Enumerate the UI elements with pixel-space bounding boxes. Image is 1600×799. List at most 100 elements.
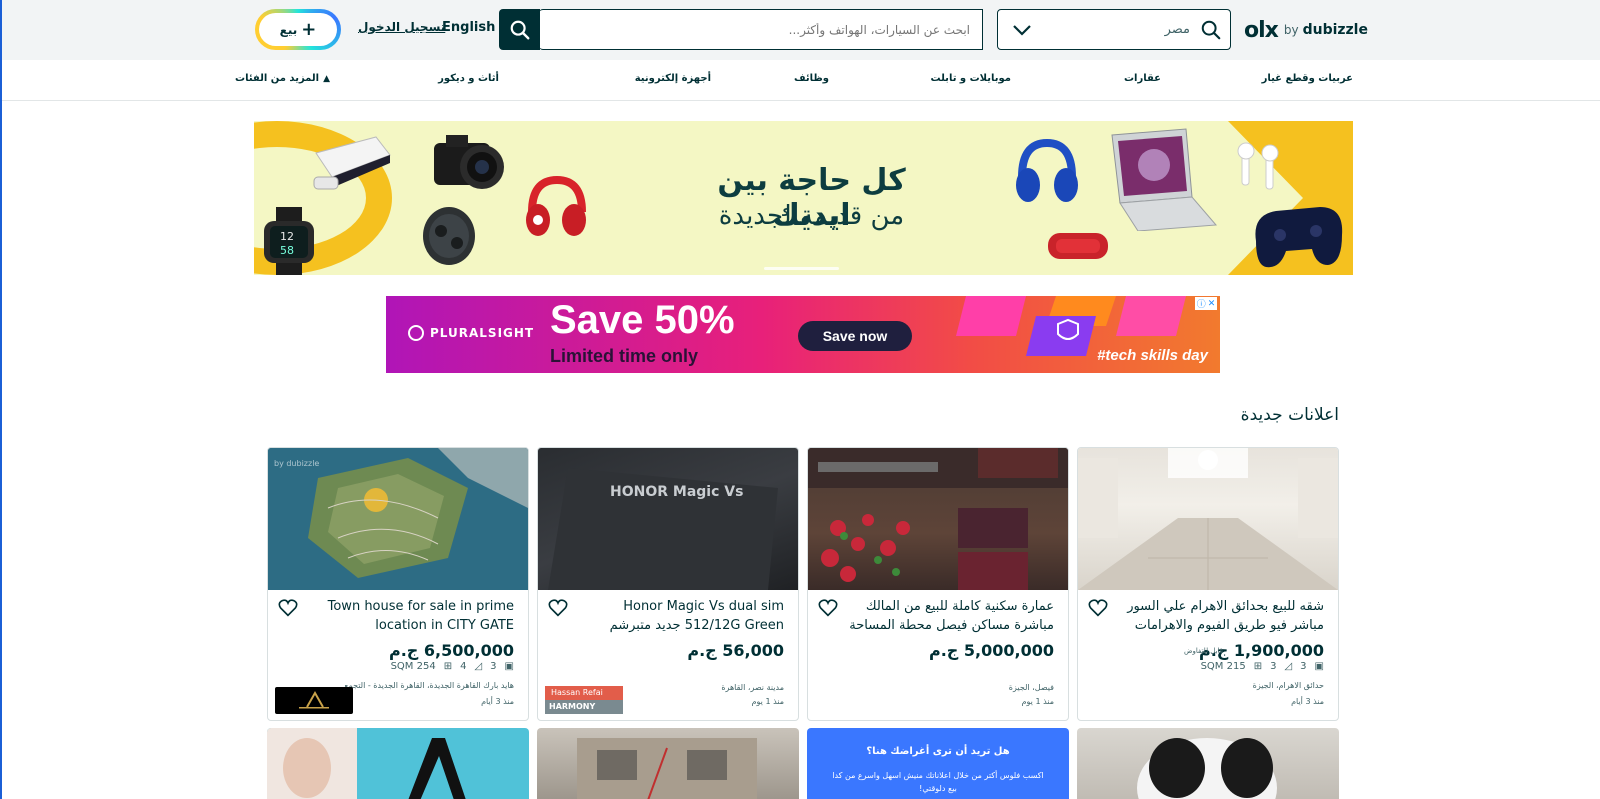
ad-tagline: #tech skills day <box>1097 347 1208 364</box>
favorite-heart-icon[interactable] <box>818 599 838 617</box>
adchoices-icon[interactable]: ⓘ ✕ <box>1195 297 1217 310</box>
category-vehicles[interactable]: عربيات وقطع غيار <box>1262 73 1353 84</box>
listing-image <box>267 728 466 799</box>
search-field[interactable] <box>539 9 983 50</box>
category-mobiles[interactable]: موبايلات و تابلت <box>931 73 1011 84</box>
pluralsight-brand: PLURALSIGHT <box>408 325 534 341</box>
location-selector[interactable]: مصر <box>997 9 1231 50</box>
bath-icon: ◿ <box>1284 661 1293 672</box>
area-value: SQM 254 <box>390 661 436 672</box>
speaker-image <box>1048 233 1108 259</box>
blue-headphones-image <box>1016 139 1078 202</box>
listing-specs: SQM 215 ⊞ 3 ◿ 3 ▣ <box>1201 661 1324 672</box>
laptop-image <box>1111 128 1218 231</box>
top-header: olx by dubizzle مصر English تسجيل الدخول… <box>2 0 1600 60</box>
area-icon: ⊞ <box>1253 661 1263 672</box>
olx-logo: olx <box>1244 17 1279 43</box>
baths-value: 3 <box>1270 661 1277 672</box>
chevron-down-icon[interactable] <box>1012 22 1032 38</box>
listing-location: فيصل، الجيزة <box>1008 683 1054 692</box>
listing-date: منذ 3 أيام <box>481 697 514 706</box>
favorite-heart-icon[interactable] <box>278 599 298 617</box>
listing-card[interactable]: HONOR Magic Vs Honor Magic Vs dual sim 5… <box>537 447 799 721</box>
carousel-indicator[interactable] <box>764 267 839 270</box>
search-button[interactable] <box>499 9 540 50</box>
ad-headline: Save 50% <box>550 298 735 342</box>
sell-button[interactable]: + بيع <box>255 9 341 50</box>
promo-card[interactable]: هل تريد أن ترى أغراضك هنا؟ اكسب فلوس أكت… <box>807 728 1069 799</box>
listing-price: 56,000 ج.م <box>687 641 784 660</box>
site-logo[interactable]: olx by dubizzle <box>1244 17 1368 43</box>
listing-title[interactable]: Town house for sale in prime location in… <box>304 597 514 635</box>
category-properties[interactable]: عقارات <box>1124 73 1161 84</box>
favorite-heart-icon[interactable] <box>548 599 568 617</box>
bath-icon: ◿ <box>474 661 483 672</box>
listing-date: منذ 1 يوم <box>751 697 784 706</box>
sell-label: بيع <box>279 22 298 37</box>
listing-specs: SQM 254 ⊞ 4 ◿ 3 ▣ <box>391 661 514 672</box>
listing-image <box>1078 448 1338 590</box>
listing-image: by dubizzle <box>268 448 528 590</box>
area-value: SQM 215 <box>1200 661 1246 672</box>
category-more[interactable]: ▲ المزيد من الفئات <box>235 73 330 84</box>
logo-by: by <box>1283 23 1299 37</box>
category-electronics[interactable]: أجهزة إلكترونية <box>635 73 711 84</box>
airpods-image <box>1237 142 1279 190</box>
listing-card-partial[interactable] <box>537 728 799 799</box>
ad-banner[interactable]: PLURALSIGHT Save 50% Limited time only S… <box>386 296 1220 373</box>
listing-location: هايد بارك القاهرة الجديدة، القاهرة الجدي… <box>344 681 514 690</box>
hero-subline: من قديمة لجديدة <box>718 201 905 231</box>
listing-image <box>577 738 757 799</box>
search-input[interactable] <box>539 10 982 49</box>
login-link[interactable]: تسجيل الدخول <box>358 20 445 34</box>
smartwatch-image: 1258 <box>264 207 314 275</box>
svg-text:12: 12 <box>280 230 294 243</box>
beds-value: 3 <box>490 661 497 672</box>
ad-subline: Limited time only <box>550 346 699 366</box>
listing-card[interactable]: شقه للبيع بحدائق الاهرام علي السور مباشر… <box>1077 447 1339 721</box>
listing-image <box>1137 738 1277 799</box>
listing-date: منذ 1 يوم <box>1021 697 1054 706</box>
controller-image <box>1255 207 1343 268</box>
listing-image <box>808 448 1068 590</box>
seller-badge-shop: HARMONY PHONE <box>545 700 623 714</box>
language-toggle[interactable]: English <box>442 20 495 35</box>
bed-icon: ▣ <box>1314 661 1324 672</box>
favorite-heart-icon[interactable] <box>1088 599 1108 617</box>
listing-title[interactable]: Honor Magic Vs dual sim 512/12G Green جد… <box>574 597 784 635</box>
listing-location: حدائق الاهرام، الجيزة <box>1252 681 1324 690</box>
location-value: مصر <box>1164 22 1190 37</box>
image-watermark: by dubizzle <box>274 459 319 468</box>
hero-banner[interactable]: 12 58 كل حاجة بين ايديك من قديمة لجديدة <box>254 121 1353 275</box>
search-icon <box>1201 20 1221 40</box>
baths-value: 4 <box>460 661 467 672</box>
listing-date: منذ 3 أيام <box>1291 697 1324 706</box>
category-furniture[interactable]: أثاث و ديكور <box>438 73 499 84</box>
camera-image <box>434 135 504 189</box>
seller-logo-badge[interactable] <box>275 687 353 714</box>
plus-icon: + <box>301 18 317 40</box>
seller-badge[interactable]: Hassan Refai HARMONY PHONE <box>545 686 623 714</box>
listing-title[interactable]: عمارة سكنية كاملة للبيع من المالك مباشرة… <box>844 597 1054 635</box>
listing-price: 6,500,000 ج.م <box>389 641 514 660</box>
listing-price: 5,000,000 ج.م <box>929 641 1054 660</box>
listing-card[interactable]: by dubizzle Town house for sale in prime… <box>267 447 529 721</box>
dubizzle-logo: dubizzle <box>1302 22 1368 38</box>
ad-cta-button[interactable]: Save now <box>798 321 912 351</box>
listing-image: HONOR Magic Vs <box>538 448 798 590</box>
category-nav: عربيات وقطع غيار عقارات موبايلات و تابلت… <box>2 60 1600 101</box>
earbuds-image <box>423 207 475 265</box>
promo-title: هل تريد أن ترى أغراضك هنا؟ <box>866 746 1010 757</box>
ad-brand-name: PLURALSIGHT <box>430 326 535 340</box>
listing-title[interactable]: شقه للبيع بحدائق الاهرام علي السور مباشر… <box>1114 597 1324 635</box>
listing-card[interactable]: عمارة سكنية كاملة للبيع من المالك مباشرة… <box>807 447 1069 721</box>
honor-box-text: HONOR Magic Vs <box>610 484 743 500</box>
section-title: اعلانات جديدة <box>1240 405 1339 425</box>
listing-card-partial[interactable] <box>267 728 529 799</box>
category-jobs[interactable]: وظائف <box>794 73 829 84</box>
promo-body: اكسب فلوس أكتر من خلال اعلاناتك منيش اسه… <box>832 771 1044 793</box>
beds-value: 3 <box>1300 661 1307 672</box>
red-headphones-image <box>526 176 586 236</box>
search-icon <box>510 20 529 39</box>
listing-card-partial[interactable] <box>1077 728 1339 799</box>
